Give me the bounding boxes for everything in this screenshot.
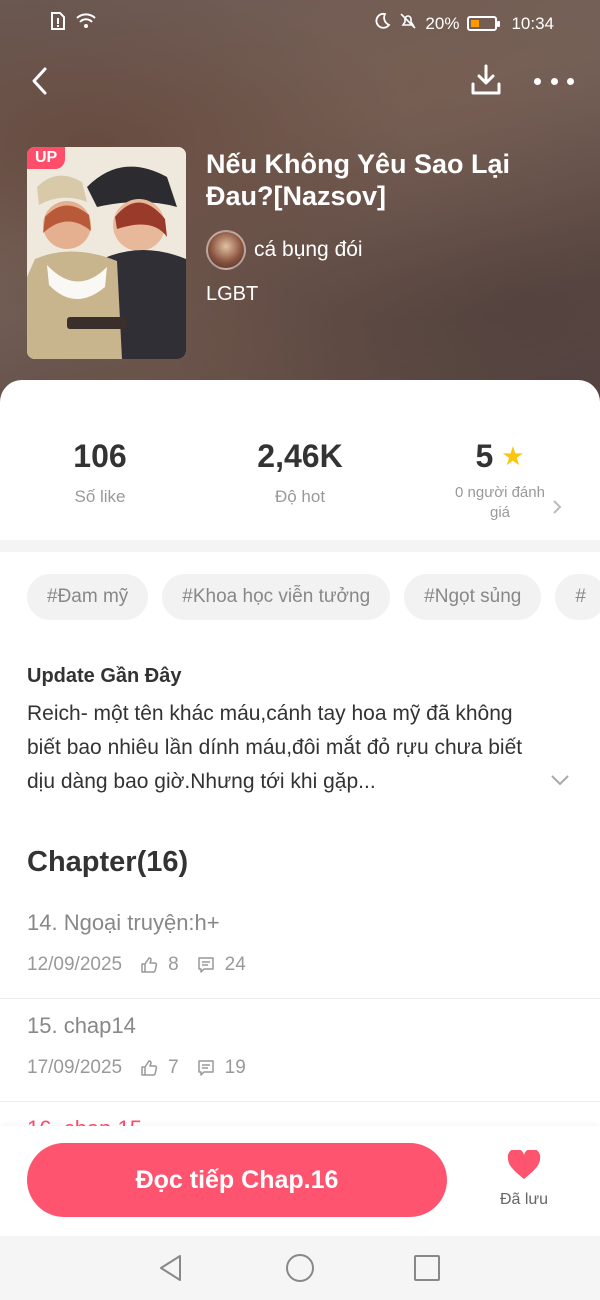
wifi-icon (76, 13, 96, 34)
tag-chip[interactable]: # (555, 574, 600, 620)
stat-rating[interactable]: 5 ★ 0 người đánh giá (400, 438, 600, 523)
detail-card: 106 Số like 2,46K Độ hot 5 ★ 0 người đán… (0, 380, 600, 1140)
status-bar: 20% 10:34 (0, 0, 600, 44)
author-name: cá bụng đói (254, 238, 363, 261)
stat-label: Số like (74, 487, 126, 506)
sim-alert-icon (50, 12, 66, 35)
nav-home-icon[interactable] (285, 1253, 315, 1283)
author-avatar (206, 230, 246, 270)
more-dot-icon (534, 77, 541, 85)
chapter-comments: 24 (224, 954, 246, 975)
chapter-list-heading: Chapter(16) (27, 846, 189, 878)
chapter-meta: 12/09/2025 8 24 (27, 954, 264, 976)
thumbs-up-icon (140, 1059, 158, 1077)
chapter-title: 15. chap14 (27, 1013, 136, 1038)
do-not-disturb-icon (373, 12, 391, 35)
stats-row: 106 Số like 2,46K Độ hot 5 ★ 0 người đán… (0, 438, 600, 538)
update-heading: Update Gần Đây (27, 665, 182, 687)
comment-icon (197, 956, 215, 974)
stat-likes: 106 Số like (0, 438, 200, 507)
chapter-comments: 19 (224, 1057, 246, 1078)
download-icon (471, 64, 501, 95)
back-button[interactable] (24, 64, 54, 98)
chapter-date: 17/09/2025 (27, 1057, 123, 1078)
system-navigation-bar (0, 1236, 600, 1300)
back-arrow-icon (32, 67, 47, 95)
tag-list: #Đam mỹ #Khoa học viễn tưởng #Ngọt sủng … (27, 574, 600, 620)
section-divider (0, 540, 600, 552)
update-badge: UP (27, 147, 66, 169)
battery-icon (467, 16, 501, 31)
thumbs-up-icon (140, 956, 158, 974)
download-button[interactable] (468, 62, 504, 98)
update-description[interactable]: Reich- một tên khác máu,cánh tay hoa mỹ … (27, 697, 547, 799)
chevron-right-icon[interactable] (552, 498, 562, 521)
more-dot-icon (567, 77, 574, 85)
mute-icon (399, 12, 417, 35)
tag-chip[interactable]: #Đam mỹ (27, 574, 149, 620)
chapter-likes: 8 (168, 954, 179, 975)
chapter-item[interactable]: 14. Ngoại truyện:h+ 12/09/2025 8 24 (0, 896, 600, 999)
genre-label[interactable]: LGBT (206, 283, 258, 306)
stat-value: 2,46K (257, 438, 343, 474)
heart-icon (507, 1148, 541, 1179)
chapter-likes: 7 (168, 1057, 179, 1078)
nav-recents-icon[interactable] (412, 1253, 442, 1283)
chapter-item[interactable]: 15. chap14 17/09/2025 7 19 (0, 999, 600, 1102)
saved-label: Đã lưu (499, 1191, 549, 1208)
author-link[interactable]: cá bụng đói (206, 230, 363, 270)
tag-chip[interactable]: #Ngọt sủng (404, 574, 542, 620)
saved-button[interactable]: Đã lưu (488, 1148, 560, 1209)
book-cover[interactable]: UP (27, 147, 186, 359)
chapter-title: 14. Ngoại truyện:h+ (27, 910, 220, 935)
more-options-button[interactable] (534, 66, 574, 96)
nav-back-icon[interactable] (156, 1253, 186, 1283)
cover-illustration (27, 147, 186, 359)
bottom-action-bar: Đọc tiếp Chap.16 Đã lưu (0, 1126, 600, 1236)
stat-label: Độ hot (274, 487, 326, 506)
comment-icon (197, 1059, 215, 1077)
star-icon: ★ (501, 441, 525, 471)
continue-reading-button[interactable]: Đọc tiếp Chap.16 (27, 1143, 447, 1217)
stat-value: 106 (73, 438, 127, 474)
chevron-down-icon[interactable] (548, 768, 572, 792)
stat-value: 5 (475, 438, 494, 474)
more-dot-icon (550, 77, 558, 85)
top-navigation (0, 56, 600, 106)
battery-percent: 20% (425, 13, 460, 33)
update-text: Reich- một tên khác máu,cánh tay hoa mỹ … (27, 702, 523, 793)
book-title: Nếu Không Yêu Sao Lại Đau?[Nazsov] (206, 149, 511, 211)
stat-label: 0 người đánh giá (455, 484, 545, 521)
stat-hot: 2,46K Độ hot (200, 438, 400, 507)
tag-chip[interactable]: #Khoa học viễn tưởng (162, 574, 391, 620)
clock: 10:34 (511, 13, 554, 33)
chapter-meta: 17/09/2025 7 19 (27, 1057, 264, 1079)
chapter-date: 12/09/2025 (27, 954, 123, 975)
